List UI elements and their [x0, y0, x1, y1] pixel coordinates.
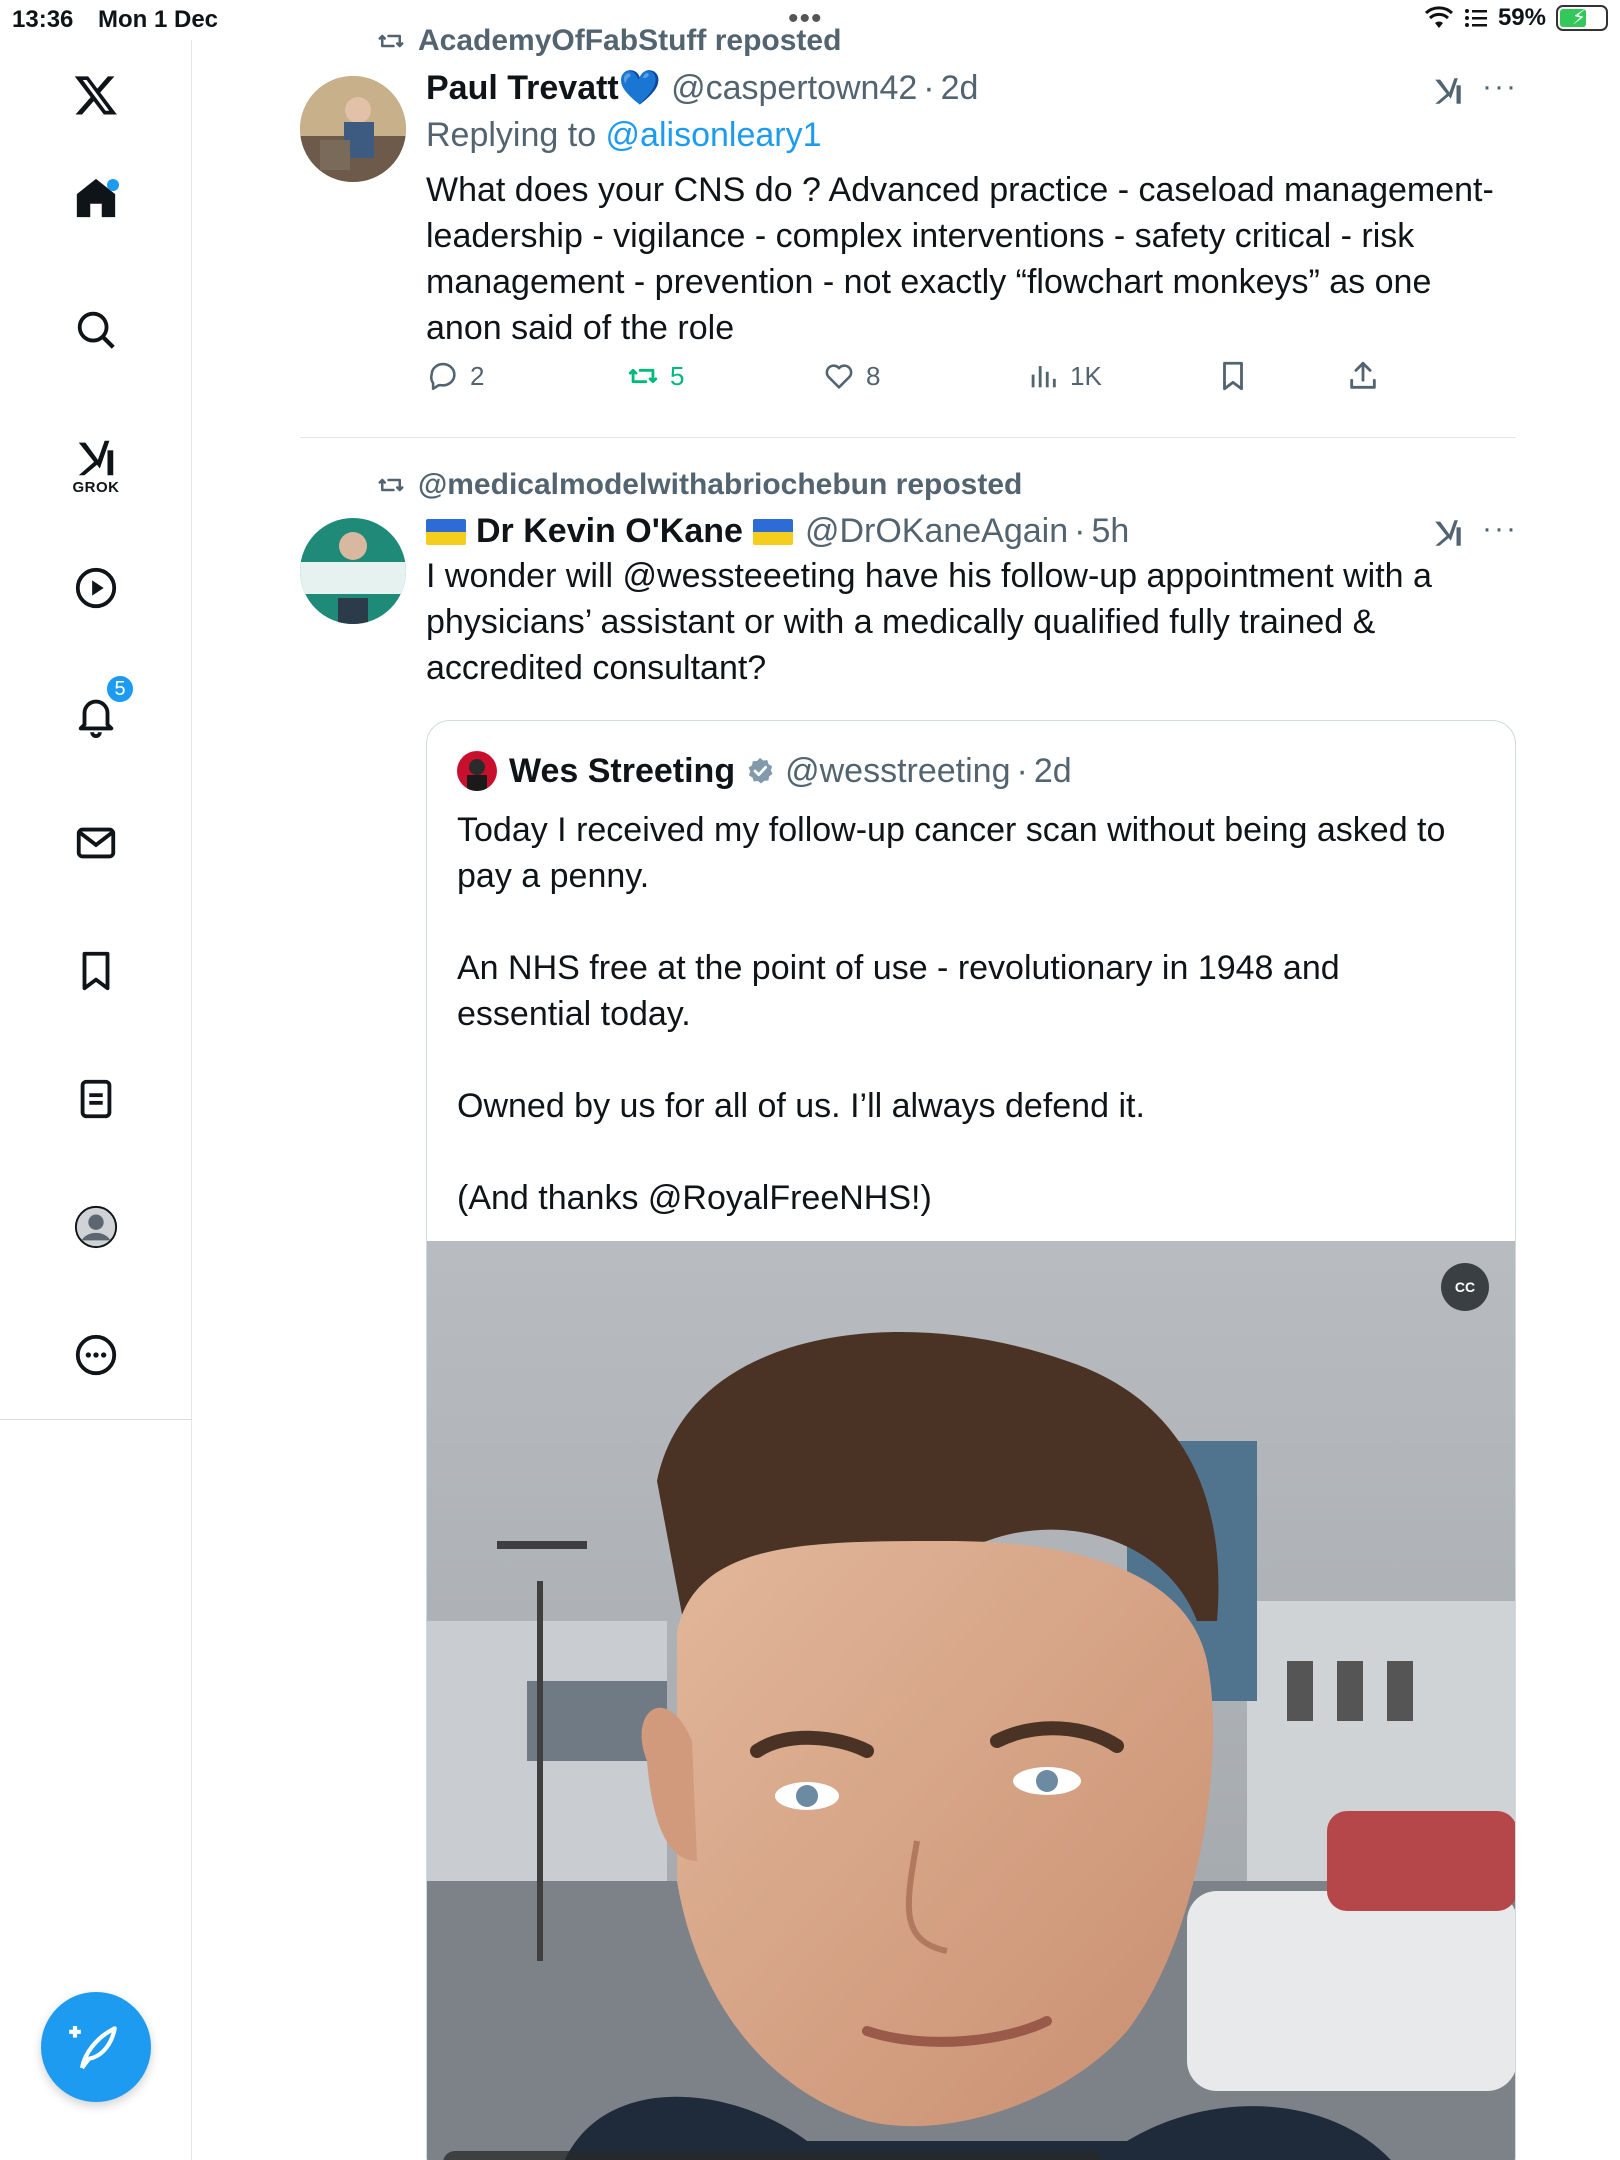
grok-label: GROK: [72, 478, 120, 496]
repost-icon: [378, 34, 404, 48]
ukraine-flag-icon: [752, 518, 793, 545]
nav-bookmarks[interactable]: [0, 926, 192, 1016]
share-icon: [1350, 361, 1376, 389]
separator: ·: [1016, 751, 1028, 790]
like-count: 8: [866, 360, 881, 391]
nav-explore[interactable]: [0, 285, 192, 375]
reply-context: Replying to @alisonleary1: [426, 116, 1516, 155]
sidebar-divider: [0, 1419, 192, 1420]
sidebar: GROK 5: [0, 40, 192, 2160]
repost-indicator: AcademyOfFabStuff reposted: [376, 24, 841, 58]
view-count: 1K: [1070, 360, 1102, 391]
tweet-divider: [300, 437, 1516, 438]
repost-icon: [378, 478, 404, 492]
reply-count: 2: [470, 360, 485, 391]
play-icon: [75, 567, 117, 609]
ukraine-flag-icon: [426, 518, 466, 545]
grok-icon: [78, 440, 114, 475]
heart-icon: [825, 364, 853, 389]
author-name[interactable]: Paul Trevatt💙: [426, 68, 661, 108]
avatar[interactable]: [300, 518, 406, 624]
nav-video[interactable]: [0, 543, 192, 633]
more-circle-icon: [75, 1334, 117, 1376]
feather-plus-icon: [69, 2026, 117, 2070]
quote-text: Today I received my follow-up cancer sca…: [457, 811, 1446, 1217]
tweet-content: Paul Trevatt💙 @caspertown42 · 2d Replyin…: [426, 68, 1516, 351]
compose-post-button[interactable]: [41, 1992, 151, 2102]
author-handle[interactable]: @caspertown42: [671, 69, 917, 108]
tweet-text: I wonder will @wessteeeting have his fol…: [426, 557, 1432, 687]
more-options-icon[interactable]: ···: [1482, 512, 1518, 546]
video-frame: [427, 1241, 1515, 2160]
captions-button[interactable]: CC: [1441, 1263, 1489, 1311]
video-caption-bar: [443, 2151, 1103, 2160]
nav-profile[interactable]: [0, 1182, 192, 1272]
avatar[interactable]: [300, 76, 406, 182]
reply-icon: [430, 362, 456, 391]
share-button[interactable]: [1346, 359, 1380, 393]
quote-author-handle[interactable]: @wesstreeting: [785, 752, 1010, 791]
repost-button[interactable]: 5: [626, 359, 684, 393]
nav-lists[interactable]: [0, 1054, 192, 1144]
home-unread-dot: [107, 179, 119, 191]
like-button[interactable]: 8: [822, 359, 880, 393]
tweet-content: Dr Kevin O'Kane @DrOKaneAgain · 5h I won…: [426, 512, 1516, 691]
tweet-text: What does your CNS do ? Advanced practic…: [426, 171, 1494, 347]
repost-icon: [628, 368, 658, 384]
post-time[interactable]: 5h: [1091, 512, 1129, 551]
status-time: 13:36: [12, 6, 74, 33]
quote-author-row: Wes Streeting @wesstreeting · 2d: [457, 751, 1072, 791]
grok-icon[interactable]: [1430, 74, 1466, 108]
x-logo-icon[interactable]: [0, 50, 192, 140]
reply-prefix: Replying to: [426, 116, 606, 154]
repost-label[interactable]: AcademyOfFabStuff reposted: [418, 24, 841, 58]
nav-notifications[interactable]: 5: [0, 670, 192, 760]
views-button[interactable]: 1K: [1026, 359, 1102, 393]
post-time[interactable]: 2d: [941, 69, 979, 108]
quoted-tweet[interactable]: Wes Streeting @wesstreeting · 2d Today I…: [426, 720, 1516, 2160]
mail-icon: [76, 827, 116, 859]
verified-badge-icon: [748, 757, 773, 784]
video-player[interactable]: CC: [427, 1241, 1515, 2160]
author-row: Dr Kevin O'Kane @DrOKaneAgain · 5h: [426, 512, 1516, 551]
timeline-feed[interactable]: AcademyOfFabStuff reposted Paul Trevatt💙…: [192, 0, 1620, 2160]
quote-author-name[interactable]: Wes Streeting: [509, 752, 735, 791]
list-icon: [80, 1079, 112, 1119]
nav-more[interactable]: [0, 1310, 192, 1400]
reply-button[interactable]: 2: [426, 359, 484, 393]
analytics-icon: [1031, 366, 1056, 388]
bookmark-button[interactable]: [1216, 359, 1250, 393]
author-row: Paul Trevatt💙 @caspertown42 · 2d: [426, 68, 1516, 108]
author-name[interactable]: Dr Kevin O'Kane: [476, 512, 743, 551]
notification-count-badge: 5: [105, 674, 135, 704]
nav-messages[interactable]: [0, 798, 192, 888]
search-icon: [77, 311, 115, 349]
more-options-icon[interactable]: ···: [1482, 70, 1518, 104]
repost-indicator: @medicalmodelwithabriochebun reposted: [376, 468, 1022, 502]
quote-post-time: 2d: [1033, 751, 1072, 790]
repost-count: 5: [670, 360, 685, 391]
tweet-kevin-okane[interactable]: @medicalmodelwithabriochebun reposted Dr…: [192, 440, 1620, 2160]
separator: ·: [1074, 512, 1086, 550]
repost-label[interactable]: @medicalmodelwithabriochebun reposted: [418, 468, 1022, 502]
tweet-paul-trevatt[interactable]: AcademyOfFabStuff reposted Paul Trevatt💙…: [192, 0, 1620, 440]
quote-avatar[interactable]: [457, 751, 497, 791]
bookmark-icon: [82, 951, 110, 991]
profile-avatar-icon: [74, 1205, 118, 1249]
nav-home[interactable]: [0, 153, 192, 243]
reply-handle-link[interactable]: @alisonleary1: [606, 116, 822, 154]
bookmark-icon: [1223, 361, 1243, 391]
nav-grok[interactable]: GROK: [0, 420, 192, 510]
separator: ·: [923, 68, 935, 107]
grok-icon[interactable]: [1430, 516, 1466, 550]
author-handle[interactable]: @DrOKaneAgain: [805, 512, 1068, 551]
